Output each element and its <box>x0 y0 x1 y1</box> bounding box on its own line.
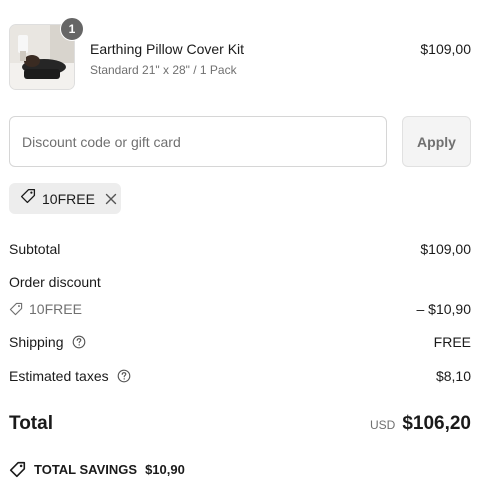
applied-discount-chip: 10FREE <box>9 183 121 214</box>
shipping-value: FREE <box>433 334 471 350</box>
product-variant: Standard 21" x 28" / 1 Pack <box>90 63 237 77</box>
apply-button[interactable]: Apply <box>402 116 471 167</box>
order-discount-code: 10FREE <box>29 301 82 317</box>
order-discount-code-group: 10FREE <box>9 301 82 317</box>
product-price: $109,00 <box>420 41 471 57</box>
shipping-label: Shipping <box>9 334 64 350</box>
order-discount-label: Order discount <box>9 274 101 290</box>
product-name: Earthing Pillow Cover Kit <box>90 41 245 57</box>
total-savings-label: TOTAL SAVINGS <box>34 462 138 477</box>
total-value: $106,20 <box>402 413 471 434</box>
tag-icon <box>9 461 26 478</box>
shipping-label-group: Shipping <box>9 334 86 350</box>
order-discount-value: – $10,90 <box>416 301 472 317</box>
taxes-label: Estimated taxes <box>9 368 109 384</box>
total-amount: USD $106,20 <box>370 413 471 435</box>
close-icon[interactable] <box>105 193 117 205</box>
taxes-label-group: Estimated taxes <box>9 368 131 384</box>
help-circle-icon[interactable] <box>117 369 131 383</box>
line-item: 1 Earthing Pillow Cover Kit Standard 21"… <box>9 17 471 90</box>
total-savings-value: $10,90 <box>145 462 185 477</box>
subtotal-label: Subtotal <box>9 241 61 257</box>
tag-icon <box>20 188 36 209</box>
quantity-badge: 1 <box>60 17 84 41</box>
discount-code-input[interactable] <box>9 116 387 167</box>
total-currency: USD <box>369 418 396 432</box>
total-label: Total <box>9 413 53 434</box>
taxes-value: $8,10 <box>435 368 471 384</box>
subtotal-value: $109,00 <box>420 241 471 257</box>
total-savings: TOTAL SAVINGS $10,90 <box>9 461 185 478</box>
applied-discount-code: 10FREE <box>42 190 95 207</box>
help-circle-icon[interactable] <box>72 335 86 349</box>
tag-icon <box>9 302 23 316</box>
